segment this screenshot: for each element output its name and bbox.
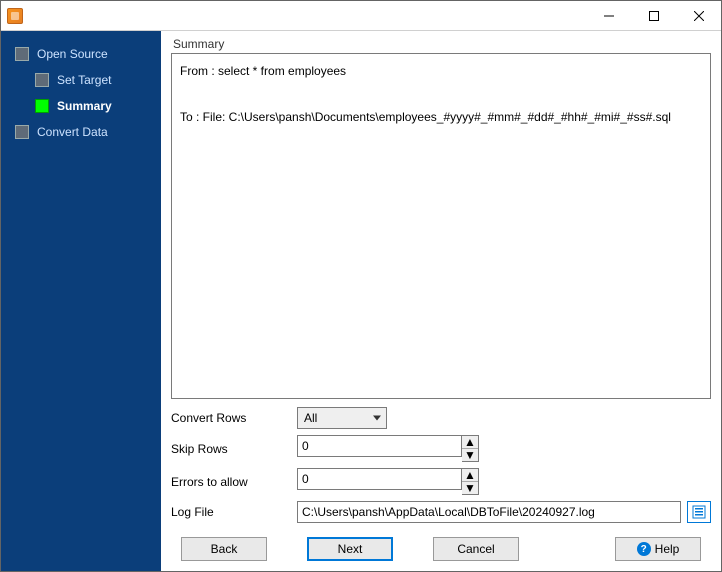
sidebar-item-label: Convert Data xyxy=(37,125,108,139)
main-panel: Summary From : select * from employees T… xyxy=(161,31,721,571)
log-file-input[interactable] xyxy=(297,501,681,523)
convert-rows-label: Convert Rows xyxy=(171,411,291,425)
summary-textarea[interactable]: From : select * from employees To : File… xyxy=(171,53,711,399)
chevron-down-icon: ▼ xyxy=(464,482,476,494)
sidebar-item-label: Open Source xyxy=(37,47,108,61)
maximize-icon xyxy=(649,11,659,21)
sidebar-item-convert-data[interactable]: Convert Data xyxy=(1,119,161,145)
log-file-label: Log File xyxy=(171,505,291,519)
titlebar xyxy=(1,1,721,31)
sidebar-item-label: Summary xyxy=(57,99,112,113)
back-button[interactable]: Back xyxy=(181,537,267,561)
sidebar: Open Source Set Target Summary Convert D… xyxy=(1,31,161,571)
help-icon: ? xyxy=(637,542,651,556)
minimize-button[interactable] xyxy=(586,1,631,30)
browse-icon xyxy=(692,505,706,519)
sidebar-item-open-source[interactable]: Open Source xyxy=(1,41,161,67)
options-grid: Convert Rows All Skip Rows ▲ ▼ Errors to… xyxy=(171,407,711,523)
chevron-down-icon: ▼ xyxy=(464,449,476,461)
help-button[interactable]: ? Help xyxy=(615,537,701,561)
log-file-browse-button[interactable] xyxy=(687,501,711,523)
titlebar-left xyxy=(1,8,29,24)
sidebar-item-summary[interactable]: Summary xyxy=(1,93,161,119)
skip-rows-input[interactable] xyxy=(297,435,462,457)
errors-to-allow-label: Errors to allow xyxy=(171,475,291,489)
body: Open Source Set Target Summary Convert D… xyxy=(1,31,721,571)
section-title: Summary xyxy=(171,37,711,51)
skip-rows-down-button[interactable]: ▼ xyxy=(462,449,478,461)
help-button-label: Help xyxy=(655,542,680,556)
step-indicator-icon xyxy=(15,125,29,139)
next-button-label: Next xyxy=(338,542,363,556)
chevron-up-icon: ▲ xyxy=(464,469,476,481)
step-indicator-icon xyxy=(15,47,29,61)
app-icon xyxy=(7,8,23,24)
errors-to-allow-down-button[interactable]: ▼ xyxy=(462,482,478,494)
maximize-button[interactable] xyxy=(631,1,676,30)
window-controls xyxy=(586,1,721,30)
minimize-icon xyxy=(604,11,614,21)
skip-rows-label: Skip Rows xyxy=(171,442,291,456)
chevron-up-icon: ▲ xyxy=(464,436,476,448)
next-button[interactable]: Next xyxy=(307,537,393,561)
step-indicator-icon xyxy=(35,73,49,87)
errors-to-allow-spin-buttons: ▲ ▼ xyxy=(462,468,479,495)
step-indicator-icon xyxy=(35,99,49,113)
convert-rows-select[interactable]: All xyxy=(297,407,387,429)
close-icon xyxy=(694,11,704,21)
skip-rows-spinner: ▲ ▼ xyxy=(297,435,387,462)
sidebar-item-label: Set Target xyxy=(57,73,111,87)
skip-rows-spin-buttons: ▲ ▼ xyxy=(462,435,479,462)
close-button[interactable] xyxy=(676,1,721,30)
errors-to-allow-input[interactable] xyxy=(297,468,462,490)
back-button-label: Back xyxy=(211,542,238,556)
footer-buttons: Back Next Cancel ? Help xyxy=(171,523,711,561)
cancel-button[interactable]: Cancel xyxy=(433,537,519,561)
convert-rows-select-wrap: All xyxy=(297,407,387,429)
sidebar-item-set-target[interactable]: Set Target xyxy=(1,67,161,93)
cancel-button-label: Cancel xyxy=(457,542,494,556)
errors-to-allow-spinner: ▲ ▼ xyxy=(297,468,387,495)
app-window: Open Source Set Target Summary Convert D… xyxy=(0,0,722,572)
